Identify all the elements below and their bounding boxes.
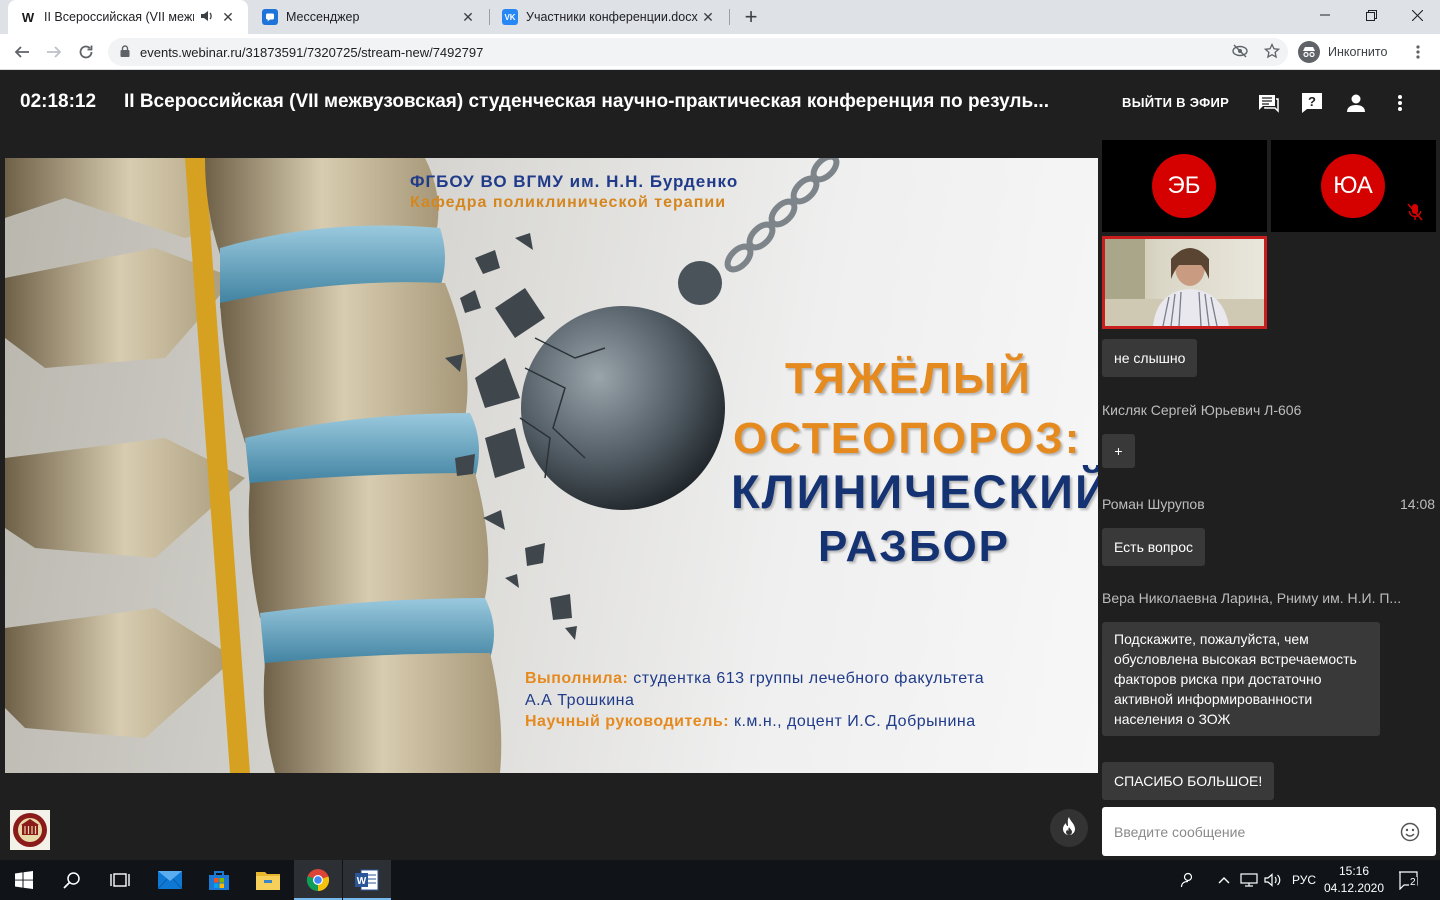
slide-title-line-3: КЛИНИЧЕСКИЙ [731, 465, 1098, 518]
chat-message: не слышно [1102, 339, 1198, 377]
slide-performed-label: Выполнила: [525, 670, 629, 687]
volume-icon[interactable] [1264, 860, 1282, 900]
minimize-window-button[interactable] [1302, 0, 1348, 30]
tab-audio-icon[interactable] [200, 10, 214, 25]
slide-supervisor-value: к.м.н., доцент И.С. Добрынина [733, 713, 976, 730]
back-arrow-icon[interactable] [8, 38, 36, 66]
svg-text:?: ? [1308, 94, 1316, 109]
search-icon[interactable] [48, 860, 96, 900]
input-language[interactable]: РУС [1292, 860, 1316, 900]
restore-window-button[interactable] [1348, 0, 1394, 30]
more-options-icon[interactable] [1388, 91, 1412, 115]
tab-messenger[interactable]: Мессенджер ✕ [250, 0, 488, 34]
fire-icon [1061, 816, 1077, 841]
lock-icon[interactable] [120, 44, 130, 60]
microphone-muted-icon [1407, 203, 1423, 221]
conference-title: II Всероссийская (VII межвузовская) студ… [124, 91, 1049, 112]
chat-message: Есть вопрос [1102, 528, 1205, 566]
chat-message: + [1102, 434, 1135, 468]
message-input-box [1102, 807, 1436, 856]
messenger-icon [262, 9, 278, 25]
reload-icon[interactable] [72, 38, 100, 66]
task-view-icon[interactable] [96, 860, 144, 900]
browser-tab-strip: W II Всероссийская (VII межву ✕ Мессендж… [0, 0, 1440, 34]
participant-tile[interactable]: ЮА [1271, 140, 1436, 232]
incognito-indicator[interactable]: Инкогнито [1298, 38, 1387, 66]
tab-title: Участники конференции.docx [526, 10, 698, 24]
tab-document[interactable]: VK Участники конференции.docx ✕ [490, 0, 728, 34]
slide-title-line-1: ТЯЖЁЛЫЙ [785, 354, 1032, 403]
participant-tile[interactable]: ЭБ [1102, 140, 1267, 232]
slide-performed-value: студентка 613 группы лечебного факультет… [633, 670, 985, 687]
close-tab-icon[interactable]: ✕ [460, 9, 476, 26]
participant-avatar: ЮА [1321, 154, 1385, 218]
bookmark-star-icon[interactable] [1263, 42, 1281, 62]
participant-avatar: ЭБ [1152, 154, 1216, 218]
close-window-button[interactable] [1394, 0, 1440, 30]
people-icon[interactable] [1180, 860, 1196, 900]
address-bar[interactable]: events.webinar.ru/31873591/7320725/strea… [108, 38, 1288, 66]
notification-center-icon[interactable]: 2 [1398, 860, 1420, 900]
chat-author: Роман Шурупов [1102, 496, 1205, 512]
speaker-video-frame [1105, 239, 1264, 326]
slide-university: ФГБОУ ВО ВГМУ им. Н.Н. Бурденко [410, 172, 739, 191]
close-tab-icon[interactable]: ✕ [220, 9, 236, 26]
windows-taskbar: W РУС 15:16 04.12.2020 2 [0, 860, 1440, 900]
notification-count: 2 [1409, 877, 1417, 888]
close-tab-icon[interactable]: ✕ [700, 9, 716, 26]
network-icon[interactable] [1240, 860, 1258, 900]
emoji-icon[interactable] [1400, 822, 1420, 842]
slide-title-line-2: ОСТЕОПОРОЗ: [733, 414, 1082, 463]
participants-icon[interactable] [1344, 91, 1368, 115]
store-icon[interactable] [195, 860, 243, 900]
tab-webinar[interactable]: W II Всероссийская (VII межву ✕ [8, 0, 248, 34]
system-clock[interactable]: 15:16 04.12.2020 [1323, 860, 1385, 900]
chrome-taskbar-icon[interactable] [294, 860, 342, 900]
tab-title: II Всероссийская (VII межву [44, 10, 194, 24]
slide-performed-line: Выполнила: студентка 613 группы лечебног… [525, 670, 984, 688]
url-text: events.webinar.ru/31873591/7320725/strea… [140, 44, 484, 60]
chevron-up-icon[interactable] [1218, 860, 1230, 900]
tracking-eye-off-icon[interactable] [1232, 44, 1248, 61]
file-explorer-icon[interactable] [244, 860, 292, 900]
message-input[interactable] [1102, 823, 1400, 840]
incognito-label: Инкогнито [1328, 45, 1388, 59]
incognito-icon [1298, 41, 1320, 63]
browser-menu-icon[interactable] [1404, 38, 1432, 66]
slide-supervisor-label: Научный руководитель: [525, 713, 730, 730]
browser-toolbar: events.webinar.ru/31873591/7320725/strea… [0, 34, 1440, 70]
slide-author: А.А Трошкина [525, 692, 635, 709]
vk-favicon-icon: VK [502, 9, 518, 25]
presentation-slide: ФГБОУ ВО ВГМУ им. Н.Н. Бурденко Кафедра … [5, 158, 1098, 773]
chat-message: Подскажите, пожалуйста, чем обусловлена … [1102, 622, 1380, 736]
windows-start-icon[interactable] [0, 860, 48, 900]
tab-title: Мессенджер [286, 10, 360, 24]
svg-text:W: W [357, 876, 367, 887]
go-live-button[interactable]: ВЫЙТИ В ЭФИР [1122, 95, 1229, 110]
slide-supervisor-line: Научный руководитель: к.м.н., доцент И.С… [525, 713, 976, 731]
speaker-video[interactable] [1102, 236, 1267, 329]
slide-department: Кафедра поликлинической терапии [410, 194, 727, 211]
forward-arrow-icon[interactable] [40, 38, 68, 66]
chat-timestamp: 14:08 [1400, 496, 1436, 512]
webinar-header: 02:18:12 II Всероссийская (VII межвузовс… [0, 71, 1440, 133]
chat-icon[interactable] [1256, 91, 1280, 115]
organization-logo [10, 810, 50, 850]
clock-date: 04.12.2020 [1323, 881, 1385, 895]
new-tab-button[interactable]: + [738, 4, 764, 30]
chat-author: Кисляк Сергей Юрьевич Л-606 [1102, 402, 1302, 418]
clock-time: 15:16 [1338, 864, 1370, 878]
stream-timer: 02:18:12 [20, 91, 97, 112]
question-icon[interactable]: ? [1300, 91, 1324, 115]
word-favicon-icon: W [21, 9, 35, 25]
reaction-fire-button[interactable] [1050, 809, 1088, 847]
chat-author: Вера Николаевна Ларина, Рниму им. Н.И. П… [1102, 590, 1402, 606]
word-taskbar-icon[interactable]: W [343, 860, 391, 900]
chat-message: СПАСИБО БОЛЬШОЕ! [1102, 762, 1275, 800]
mail-icon[interactable] [146, 860, 194, 900]
slide-title-line-4: РАЗБОР [818, 522, 1011, 571]
